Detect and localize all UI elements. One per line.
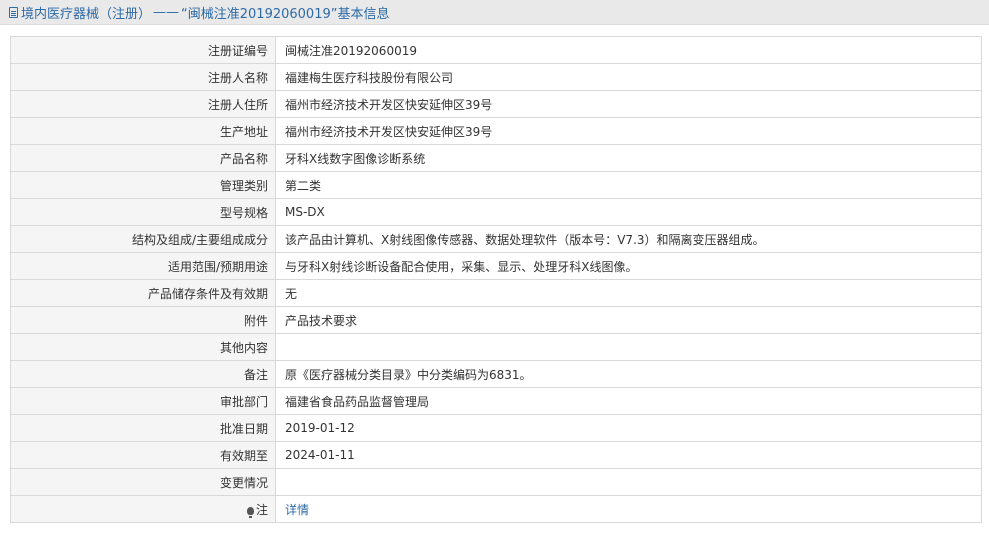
document-icon — [9, 6, 18, 18]
details-link[interactable]: 详情 — [285, 503, 309, 517]
row-value: 牙科X线数字图像诊断系统 — [275, 144, 982, 172]
row-value: 2019-01-12 — [275, 414, 982, 442]
row-value: 无 — [275, 279, 982, 307]
row-label: 注册证编号 — [10, 36, 276, 64]
row-label: 有效期至 — [10, 441, 276, 469]
table-row: 注册证编号 闽械注准20192060019 — [10, 36, 982, 64]
row-label: 适用范围/预期用途 — [10, 252, 276, 280]
row-value: 福建梅生医疗科技股份有限公司 — [275, 63, 982, 91]
row-value: 该产品由计算机、X射线图像传感器、数据处理软件（版本号：V7.3）和隔离变压器组… — [275, 225, 982, 253]
row-label: 产品储存条件及有效期 — [10, 279, 276, 307]
row-label: 附件 — [10, 306, 276, 334]
table-row: 其他内容 — [10, 333, 982, 361]
lightbulb-icon — [246, 506, 254, 518]
row-label: 备注 — [10, 360, 276, 388]
row-value: 产品技术要求 — [275, 306, 982, 334]
table-row: 附件 产品技术要求 — [10, 306, 982, 334]
table-row: 备注 原《医疗器械分类目录》中分类编码为6831。 — [10, 360, 982, 388]
note-value-cell: 详情 — [275, 495, 982, 523]
row-value — [275, 333, 982, 361]
row-label: 管理类别 — [10, 171, 276, 199]
table-row: 管理类别 第二类 — [10, 171, 982, 199]
row-value: 福建省食品药品监督管理局 — [275, 387, 982, 415]
row-value: 闽械注准20192060019 — [275, 36, 982, 64]
row-label: 批准日期 — [10, 414, 276, 442]
table-row: 生产地址 福州市经济技术开发区快安延伸区39号 — [10, 117, 982, 145]
row-value: 福州市经济技术开发区快安延伸区39号 — [275, 117, 982, 145]
row-label: 型号规格 — [10, 198, 276, 226]
row-label: 其他内容 — [10, 333, 276, 361]
table-row: 注册人住所 福州市经济技术开发区快安延伸区39号 — [10, 90, 982, 118]
table-row: 审批部门 福建省食品药品监督管理局 — [10, 387, 982, 415]
note-label: 注 — [255, 502, 268, 517]
row-label: 产品名称 — [10, 144, 276, 172]
table-row: 注册人名称 福建梅生医疗科技股份有限公司 — [10, 63, 982, 91]
row-label: 生产地址 — [10, 117, 276, 145]
row-label: 结构及组成/主要组成成分 — [10, 225, 276, 253]
table-row: 有效期至 2024-01-11 — [10, 441, 982, 469]
row-label: 审批部门 — [10, 387, 276, 415]
row-value: 与牙科X射线诊断设备配合使用，采集、显示、处理牙科X线图像。 — [275, 252, 982, 280]
table-row: 批准日期 2019-01-12 — [10, 414, 982, 442]
note-label-cell: 注 — [10, 495, 276, 523]
header-dash: —— — [153, 4, 180, 20]
table-row: 适用范围/预期用途 与牙科X射线诊断设备配合使用，采集、显示、处理牙科X线图像。 — [10, 252, 982, 280]
table-row: 产品储存条件及有效期 无 — [10, 279, 982, 307]
row-value: 2024-01-11 — [275, 441, 982, 469]
row-value: MS-DX — [275, 198, 982, 226]
table-row: 变更情况 — [10, 468, 982, 496]
info-table: 注册证编号 闽械注准20192060019 注册人名称 福建梅生医疗科技股份有限… — [10, 36, 982, 523]
table-row: 型号规格 MS-DX — [10, 198, 982, 226]
row-label: 注册人名称 — [10, 63, 276, 91]
header-category: 境内医疗器械（注册） — [21, 6, 152, 22]
row-value: 原《医疗器械分类目录》中分类编码为6831。 — [275, 360, 982, 388]
table-row: 结构及组成/主要组成成分 该产品由计算机、X射线图像传感器、数据处理软件（版本号… — [10, 225, 982, 253]
page-header: 境内医疗器械（注册） —— “闽械注准20192060019”基本信息 — [0, 0, 989, 25]
row-label: 变更情况 — [10, 468, 276, 496]
header-title: “闽械注准20192060019”基本信息 — [181, 6, 390, 22]
row-label: 注册人住所 — [10, 90, 276, 118]
row-value: 福州市经济技术开发区快安延伸区39号 — [275, 90, 982, 118]
row-value — [275, 468, 982, 496]
note-row: 注 详情 — [10, 495, 982, 523]
table-row: 产品名称 牙科X线数字图像诊断系统 — [10, 144, 982, 172]
row-value: 第二类 — [275, 171, 982, 199]
